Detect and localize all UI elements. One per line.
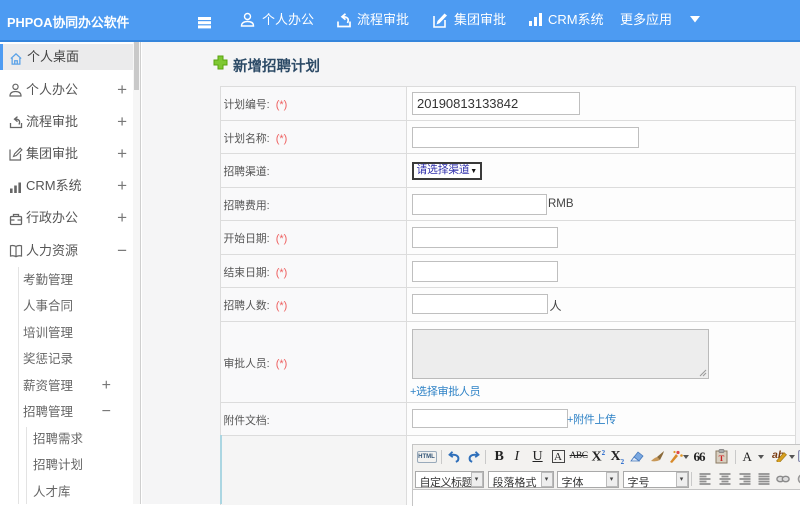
svg-text:T: T: [718, 453, 724, 463]
